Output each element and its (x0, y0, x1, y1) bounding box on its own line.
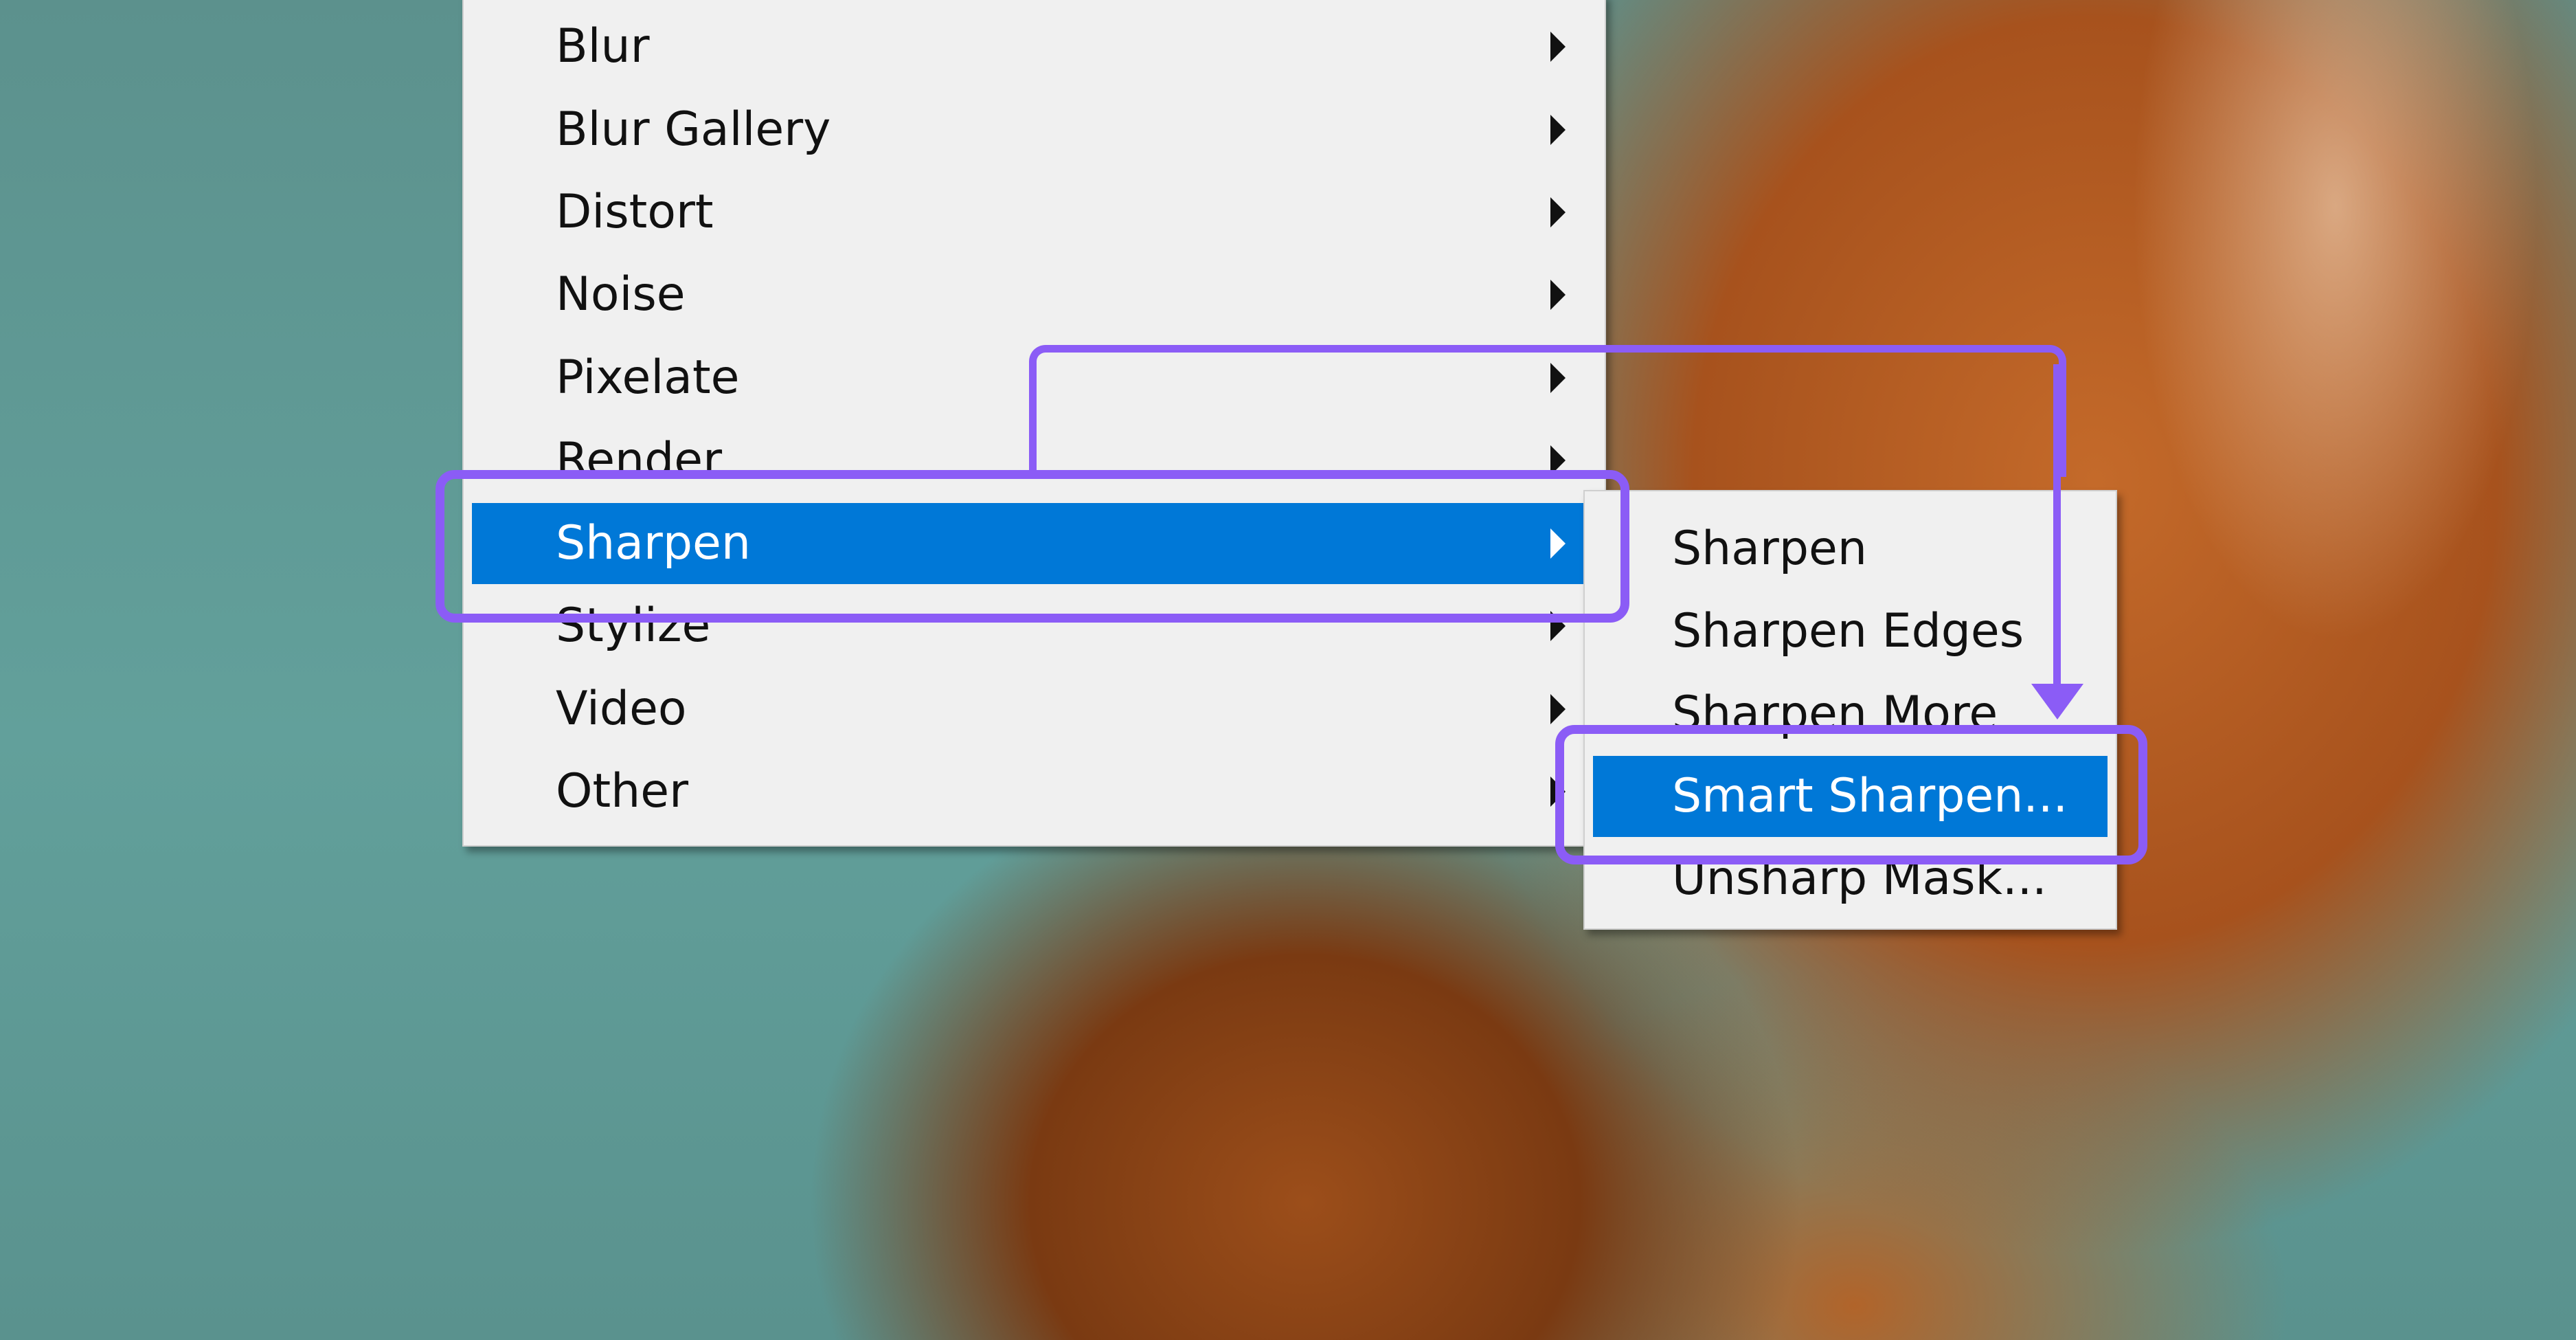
menu-item-label: Pixelate (556, 350, 740, 405)
submenu-item-sharpen-edges[interactable]: Sharpen Edges (1593, 591, 2108, 672)
arrow-down-icon (2031, 684, 2083, 719)
highlight-smart-sharpen (1555, 725, 2147, 864)
menu-item-video[interactable]: Video (472, 669, 1596, 750)
submenu-item-sharpen[interactable]: Sharpen (1593, 509, 2108, 590)
menu-item-distort[interactable]: Distort (472, 172, 1596, 253)
menu-item-label: Blur Gallery (556, 102, 831, 157)
menu-item-blur-gallery[interactable]: Blur Gallery (472, 89, 1596, 170)
menu-item-label: Blur (556, 19, 650, 74)
annotation-arrow-shaft (2053, 364, 2061, 687)
chevron-right-icon (1550, 280, 1566, 310)
menu-item-noise[interactable]: Noise (472, 254, 1596, 335)
menu-item-label: Noise (556, 267, 686, 322)
chevron-right-icon (1550, 197, 1566, 227)
annotation-connector (1029, 345, 2066, 477)
highlight-sharpen (436, 470, 1629, 623)
menu-item-label: Video (556, 682, 687, 736)
chevron-right-icon (1550, 694, 1566, 724)
chevron-right-icon (1550, 115, 1566, 145)
menu-item-label: Distort (556, 185, 714, 239)
submenu-item-label: Sharpen (1672, 522, 1867, 576)
menu-item-blur[interactable]: Blur (472, 6, 1596, 87)
chevron-right-icon (1550, 32, 1566, 62)
menu-item-other[interactable]: Other (472, 751, 1596, 832)
menu-item-label: Other (556, 764, 689, 818)
submenu-item-label: Sharpen Edges (1672, 604, 2024, 658)
